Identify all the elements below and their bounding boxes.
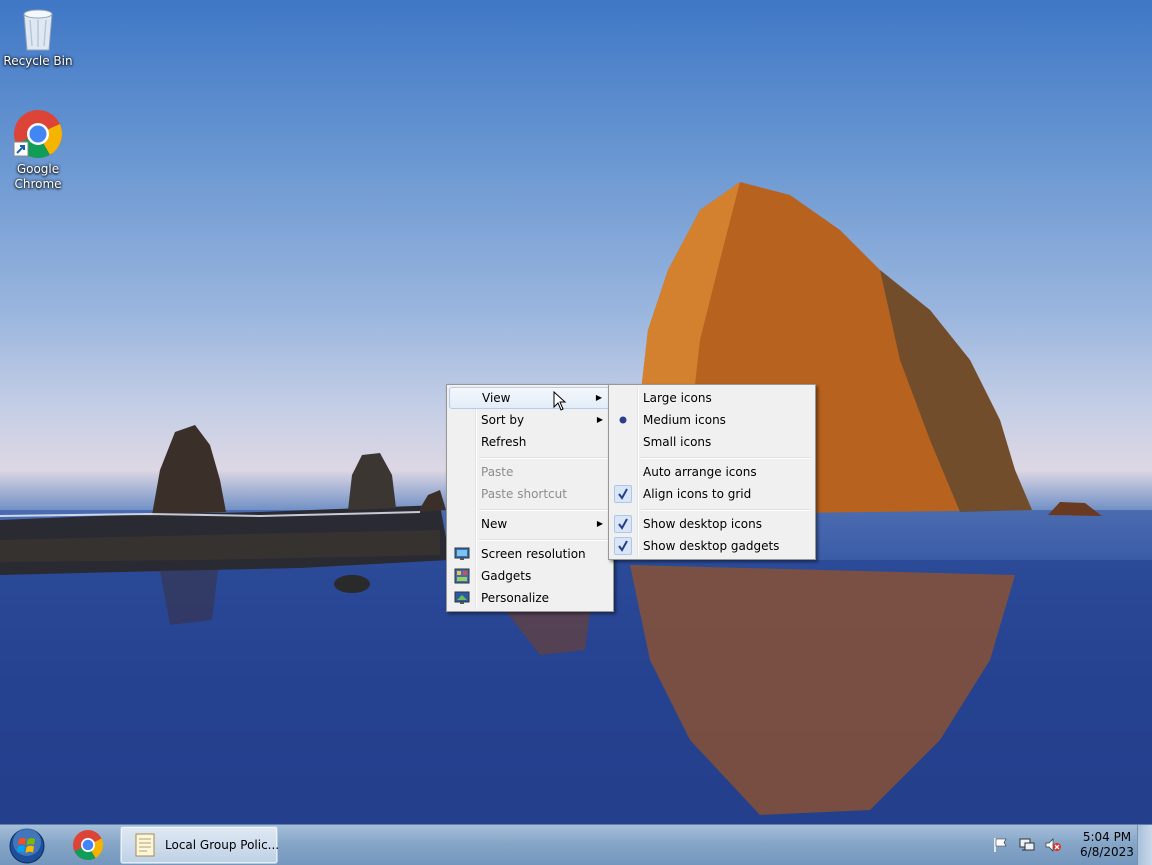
submenu-item-show-desktop-icons[interactable]: Show desktop icons xyxy=(611,513,813,535)
auto-arrange-label: Auto arrange icons xyxy=(643,465,757,479)
menu-item-paste-label: Paste xyxy=(481,465,514,479)
taskbar: Local Group Polic... 5:04 PM 6/8/2023 xyxy=(0,824,1152,865)
volume-muted-icon[interactable] xyxy=(1044,837,1062,853)
chrome-label: Google Chrome xyxy=(14,162,62,191)
menu-item-gadgets-label: Gadgets xyxy=(481,569,532,583)
medium-icons-label: Medium icons xyxy=(643,413,726,427)
show-desktop-button[interactable] xyxy=(1137,825,1152,865)
menu-item-paste-shortcut-label: Paste shortcut xyxy=(481,487,567,501)
chrome-icon xyxy=(13,110,62,159)
submenu-arrow-icon: ▶ xyxy=(596,519,603,528)
checkmark-icon xyxy=(614,485,632,503)
taskbar-group-policy-button[interactable]: Local Group Polic... xyxy=(120,826,280,864)
submenu-item-medium-icons[interactable]: Medium icons xyxy=(611,409,813,431)
taskbar-chrome-button[interactable] xyxy=(68,828,108,862)
menu-item-paste-shortcut[interactable]: Paste shortcut xyxy=(449,483,611,505)
gadgets-icon xyxy=(454,568,470,584)
taskbar-task-label: Local Group Polic... xyxy=(165,838,280,852)
network-icon[interactable] xyxy=(1018,837,1036,853)
menu-item-new-label: New xyxy=(481,517,508,531)
menu-item-personalize-label: Personalize xyxy=(481,591,550,605)
menu-item-personalize[interactable]: Personalize xyxy=(449,587,611,609)
show-desktop-icons-label: Show desktop icons xyxy=(643,517,763,531)
desktop[interactable]: Recycle Bin Google Chrome View ▶ Sort by… xyxy=(0,0,1152,824)
menu-item-view-label: View xyxy=(482,391,511,405)
menu-separator xyxy=(641,509,811,511)
submenu-item-align-to-grid[interactable]: Align icons to grid xyxy=(611,483,813,505)
menu-item-refresh[interactable]: Refresh xyxy=(449,431,611,453)
clock-time: 5:04 PM xyxy=(1082,830,1132,844)
menu-separator xyxy=(479,457,609,459)
desktop-icon-recycle-bin[interactable]: Recycle Bin xyxy=(0,6,76,69)
submenu-item-large-icons[interactable]: Large icons xyxy=(611,387,813,409)
submenu-item-show-desktop-gadgets[interactable]: Show desktop gadgets xyxy=(611,535,813,557)
menu-separator xyxy=(479,509,609,511)
start-button[interactable] xyxy=(8,827,46,865)
menu-item-gadgets[interactable]: Gadgets xyxy=(449,565,611,587)
clock-date: 6/8/2023 xyxy=(1080,845,1134,859)
menu-item-new[interactable]: New ▶ xyxy=(449,513,611,535)
menu-item-screen-resolution-label: Screen resolution xyxy=(481,547,586,561)
checkmark-icon xyxy=(614,515,632,533)
submenu-arrow-icon: ▶ xyxy=(596,415,603,424)
menu-item-screen-resolution[interactable]: Screen resolution xyxy=(449,543,611,565)
small-icons-label: Small icons xyxy=(643,435,712,449)
menu-item-view[interactable]: View ▶ xyxy=(449,387,611,409)
screen-resolution-icon xyxy=(454,547,470,560)
submenu-item-auto-arrange[interactable]: Auto arrange icons xyxy=(611,461,813,483)
mouse-cursor-icon xyxy=(553,391,567,411)
recycle-bin-label: Recycle Bin xyxy=(3,54,73,68)
submenu-arrow-icon: ▶ xyxy=(595,393,602,402)
menu-item-sort-by[interactable]: Sort by ▶ xyxy=(449,409,611,431)
menu-item-refresh-label: Refresh xyxy=(481,435,527,449)
desktop-icon-google-chrome[interactable]: Google Chrome xyxy=(0,108,76,192)
desktop-context-menu: View ▶ Sort by ▶ Refresh Paste Paste sho… xyxy=(446,384,614,612)
menu-separator xyxy=(479,539,609,541)
menu-item-sort-by-label: Sort by xyxy=(481,413,525,427)
radio-selected-icon xyxy=(614,411,632,429)
action-center-flag-icon[interactable] xyxy=(992,837,1010,853)
system-clock[interactable]: 5:04 PM 6/8/2023 xyxy=(1076,830,1138,860)
recycle-bin-icon xyxy=(23,9,53,51)
checkmark-icon xyxy=(614,537,632,555)
view-submenu: Large icons Medium icons Small icons Aut… xyxy=(608,384,816,560)
menu-item-paste[interactable]: Paste xyxy=(449,461,611,483)
align-to-grid-label: Align icons to grid xyxy=(643,487,752,501)
menu-separator xyxy=(641,457,811,459)
show-desktop-gadgets-label: Show desktop gadgets xyxy=(643,539,780,553)
submenu-item-small-icons[interactable]: Small icons xyxy=(611,431,813,453)
personalize-icon xyxy=(454,591,470,604)
large-icons-label: Large icons xyxy=(643,391,712,405)
group-policy-icon xyxy=(135,833,155,857)
